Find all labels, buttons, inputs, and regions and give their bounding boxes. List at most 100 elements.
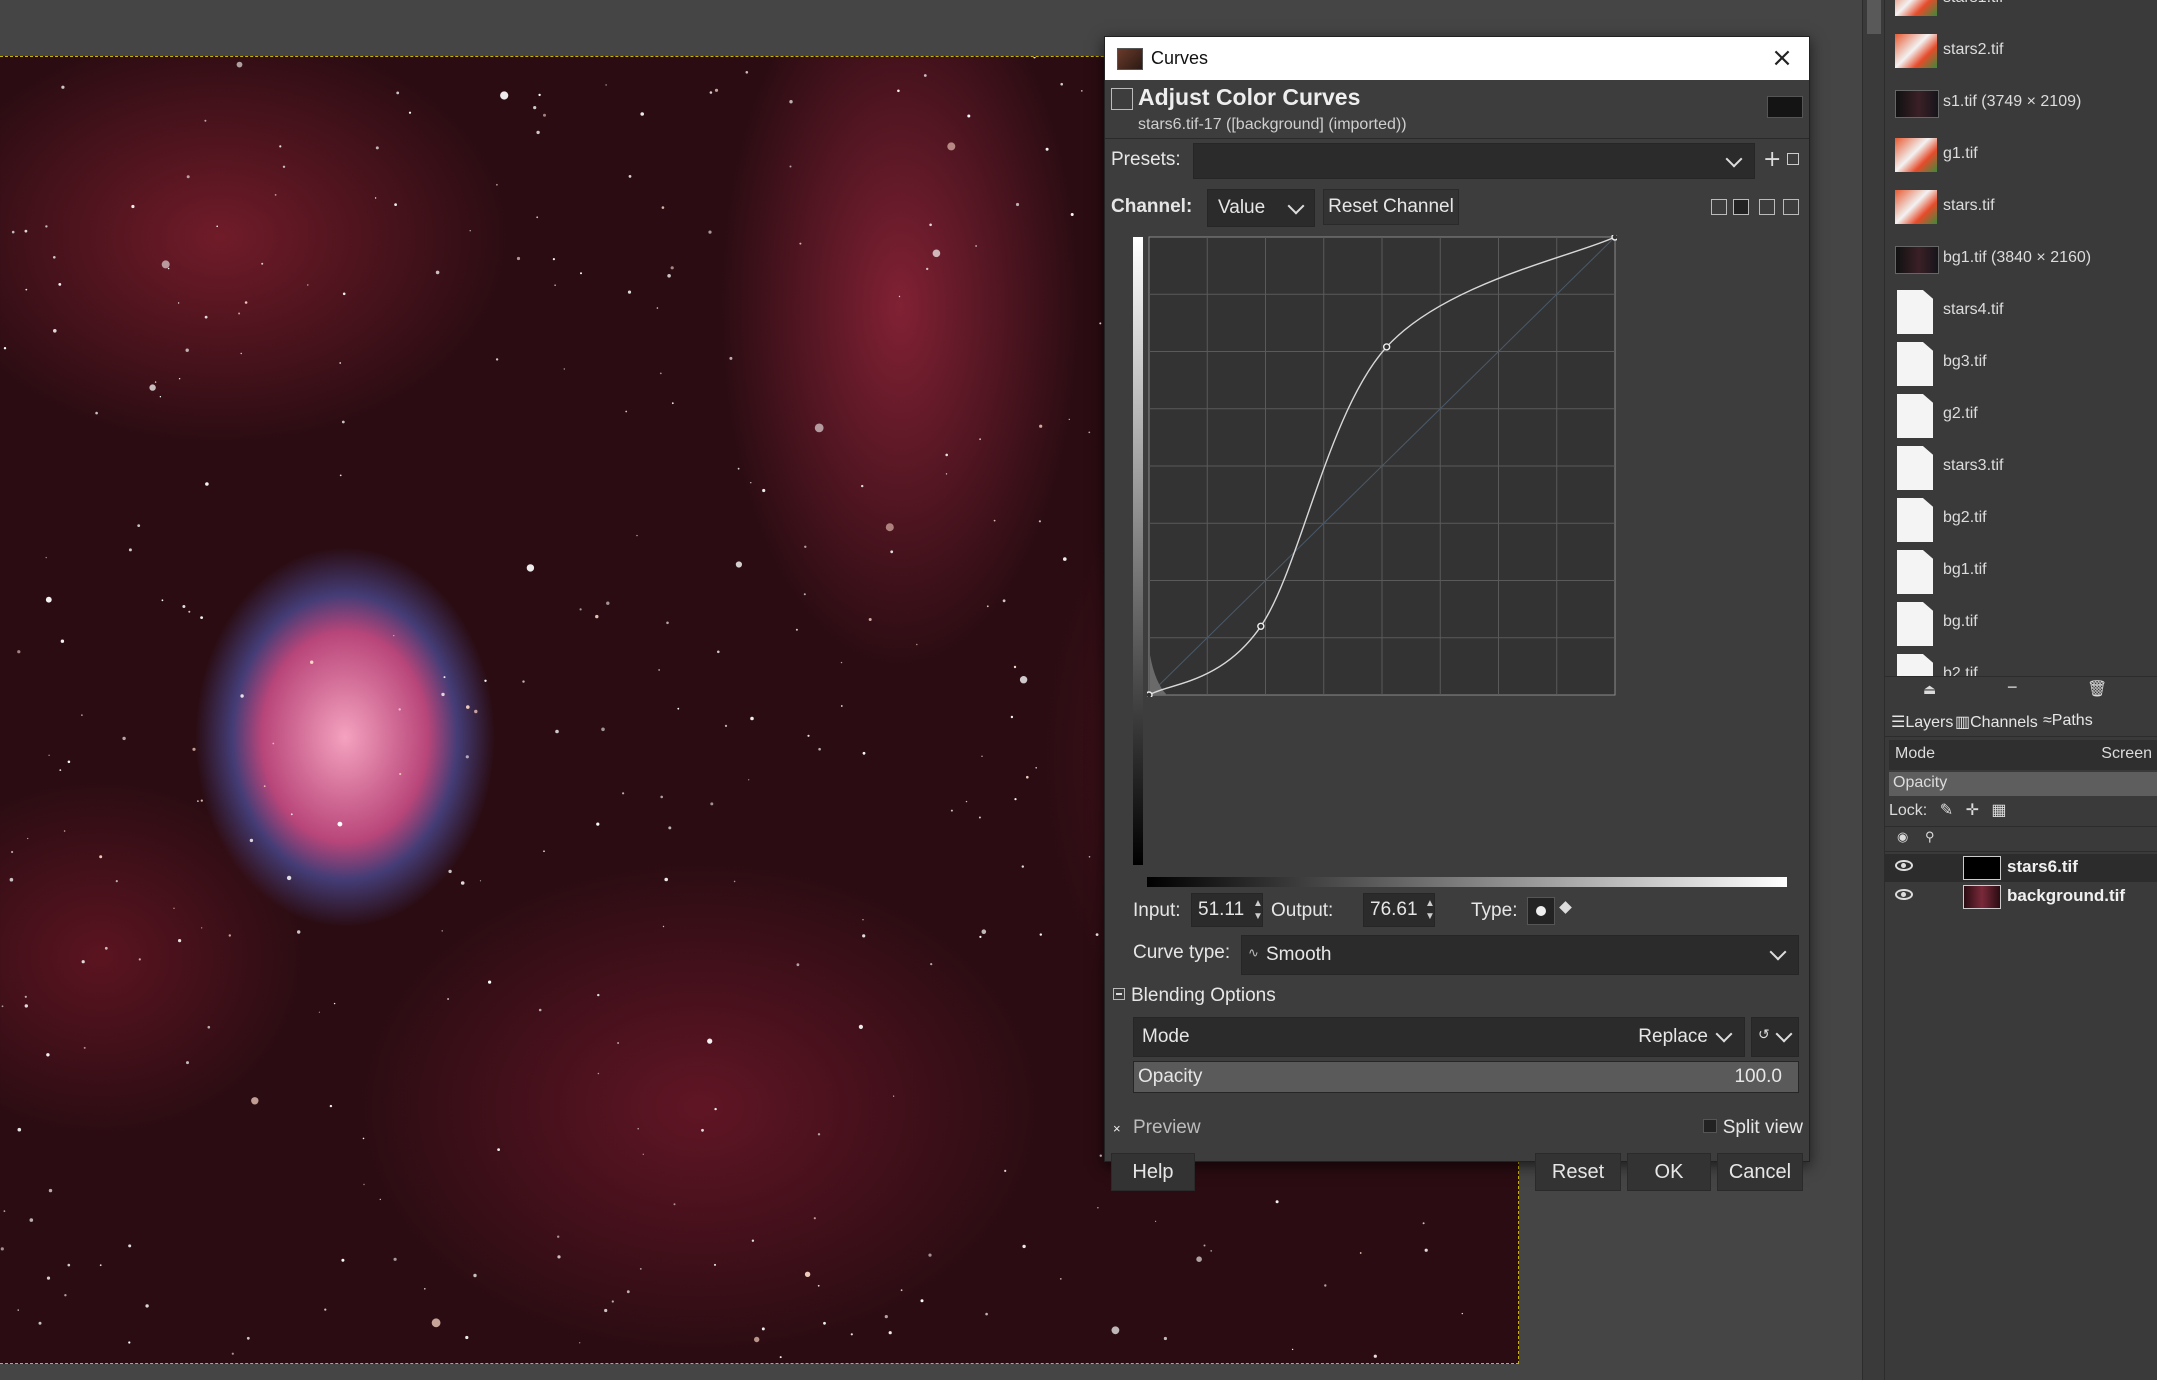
star	[27, 837, 29, 840]
layer-mode-dropdown[interactable]: Mode Screen	[1889, 740, 2157, 770]
star	[17, 650, 21, 654]
delete-icon[interactable]: 🗑	[2087, 679, 2107, 699]
star	[200, 799, 203, 802]
presets-menu-icon[interactable]	[1787, 153, 1799, 165]
output-spinner-arrows-icon[interactable]: ▲ ▼	[1425, 897, 1435, 923]
star	[99, 855, 103, 859]
star	[448, 869, 452, 874]
star	[261, 262, 264, 265]
image-label: stars3.tif	[1943, 457, 2004, 474]
reset-button[interactable]: Reset	[1535, 1153, 1621, 1191]
curve-control-point[interactable]	[1611, 235, 1617, 241]
star	[862, 934, 866, 938]
curve-type-dropdown[interactable]: ∿ Smooth	[1241, 935, 1799, 975]
star	[636, 534, 638, 537]
star	[754, 1336, 760, 1343]
image-list-item[interactable]: bg.tif	[1885, 598, 2157, 650]
tab-channels[interactable]: ▥Channels	[1955, 712, 2038, 732]
star	[1059, 1278, 1062, 1280]
checkbox-checked-icon[interactable]: ×	[1113, 1122, 1125, 1135]
eye-icon[interactable]	[1895, 860, 1913, 871]
star	[1203, 1244, 1206, 1247]
collapse-icon[interactable]	[1113, 988, 1125, 1000]
image-list-item[interactable]: bg1.tif	[1885, 546, 2157, 598]
star	[789, 165, 792, 168]
image-list-item[interactable]: g1.tif	[1885, 130, 2157, 182]
add-preset-icon[interactable]: +	[1763, 147, 1781, 172]
log-histogram-icon[interactable]	[1733, 199, 1749, 215]
scrollbar-thumb[interactable]	[1867, 0, 1881, 34]
star	[724, 724, 728, 728]
checkbox-icon[interactable]	[1702, 1119, 1717, 1133]
star	[945, 453, 948, 457]
star	[748, 779, 750, 781]
dialog-titlebar[interactable]: Curves ×	[1105, 37, 1809, 80]
star	[735, 561, 743, 568]
star	[201, 927, 203, 929]
eye-icon[interactable]	[1895, 889, 1913, 900]
star	[1291, 1348, 1294, 1351]
star	[950, 809, 953, 812]
corner-point-icon[interactable]	[1559, 901, 1572, 914]
image-list-item[interactable]: g2.tif	[1885, 390, 2157, 442]
star	[1002, 599, 1006, 603]
star	[497, 1148, 500, 1151]
star	[362, 1137, 365, 1140]
star	[495, 358, 499, 361]
lock-alpha-icon[interactable]: ▦	[1991, 802, 2006, 819]
image-list-item[interactable]: bg2.tif	[1885, 494, 2157, 546]
star	[441, 692, 445, 697]
curve-control-point[interactable]	[1147, 691, 1153, 697]
help-button[interactable]: Help	[1111, 1153, 1195, 1191]
presets-dropdown[interactable]	[1193, 143, 1755, 179]
star	[664, 877, 668, 882]
close-icon[interactable]: ×	[1769, 45, 1795, 71]
channel-dropdown[interactable]: Value	[1207, 189, 1315, 227]
image-list-item[interactable]: stars.tif	[1885, 182, 2157, 234]
split-view-toggle[interactable]: Split view	[1702, 1117, 1803, 1139]
image-list-item[interactable]: stars3.tif	[1885, 442, 2157, 494]
smooth-point-icon[interactable]	[1527, 897, 1555, 925]
image-list-item[interactable]: bg3.tif	[1885, 338, 2157, 390]
dock-scrollbar[interactable]	[1862, 0, 1885, 1380]
layer-row[interactable]: background.tif	[1885, 883, 2157, 911]
star	[1015, 202, 1020, 207]
image-list-item[interactable]: stars2.tif	[1885, 26, 2157, 78]
input-spinner-arrows-icon[interactable]: ▲ ▼	[1253, 897, 1263, 923]
composite-mode-dropdown[interactable]: ↺	[1751, 1017, 1799, 1057]
blending-options-toggle[interactable]: Blending Options	[1113, 985, 1276, 1007]
chevron-down-icon	[1769, 943, 1787, 961]
reset-channel-button[interactable]: Reset Channel	[1323, 189, 1459, 225]
star	[297, 930, 301, 934]
star	[898, 295, 901, 298]
ok-button[interactable]: OK	[1627, 1153, 1711, 1191]
blend-mode-dropdown[interactable]: Mode Replace	[1133, 1017, 1745, 1057]
blend-mode-value: Replace	[1638, 1026, 1708, 1047]
tab-paths[interactable]: ≈Paths	[2043, 712, 2093, 730]
lock-pixels-icon[interactable]: ✎	[1940, 802, 1953, 819]
cancel-button[interactable]: Cancel	[1717, 1153, 1803, 1191]
preview-toggle[interactable]: × Preview	[1113, 1117, 1201, 1139]
image-list-item[interactable]: stars4.tif	[1885, 286, 2157, 338]
star	[200, 616, 204, 619]
layer-opacity-slider[interactable]: Opacity	[1889, 772, 2157, 796]
lock-position-icon[interactable]: ✛	[1966, 802, 1979, 819]
image-list-item[interactable]: stars1.tif	[1885, 0, 2157, 26]
linear-histogram-icon[interactable]	[1711, 199, 1727, 215]
curve-control-point[interactable]	[1382, 343, 1391, 351]
image-list-item[interactable]: b2.tif	[1885, 650, 2157, 676]
opacity-slider[interactable]: Opacity 100.0	[1133, 1061, 1799, 1093]
collapse-icon[interactable]	[1783, 199, 1799, 215]
star	[789, 100, 793, 104]
layer-row[interactable]: stars6.tif	[1885, 854, 2157, 882]
star	[60, 639, 65, 643]
image-list-item[interactable]: bg1.tif (3840 × 2160)	[1885, 234, 2157, 286]
remove-icon[interactable]: −	[2007, 677, 2018, 698]
curve-graph[interactable]	[1147, 235, 1617, 697]
image-list-item[interactable]: s1.tif (3749 × 2109)	[1885, 78, 2157, 130]
curve-control-point[interactable]	[1257, 622, 1265, 630]
view-mode-icon[interactable]	[1759, 199, 1775, 215]
tab-layers[interactable]: ☰Layers	[1891, 712, 1953, 732]
raise-view-icon[interactable]: ⏏	[1923, 681, 1936, 698]
presets-label: Presets:	[1111, 149, 1181, 170]
